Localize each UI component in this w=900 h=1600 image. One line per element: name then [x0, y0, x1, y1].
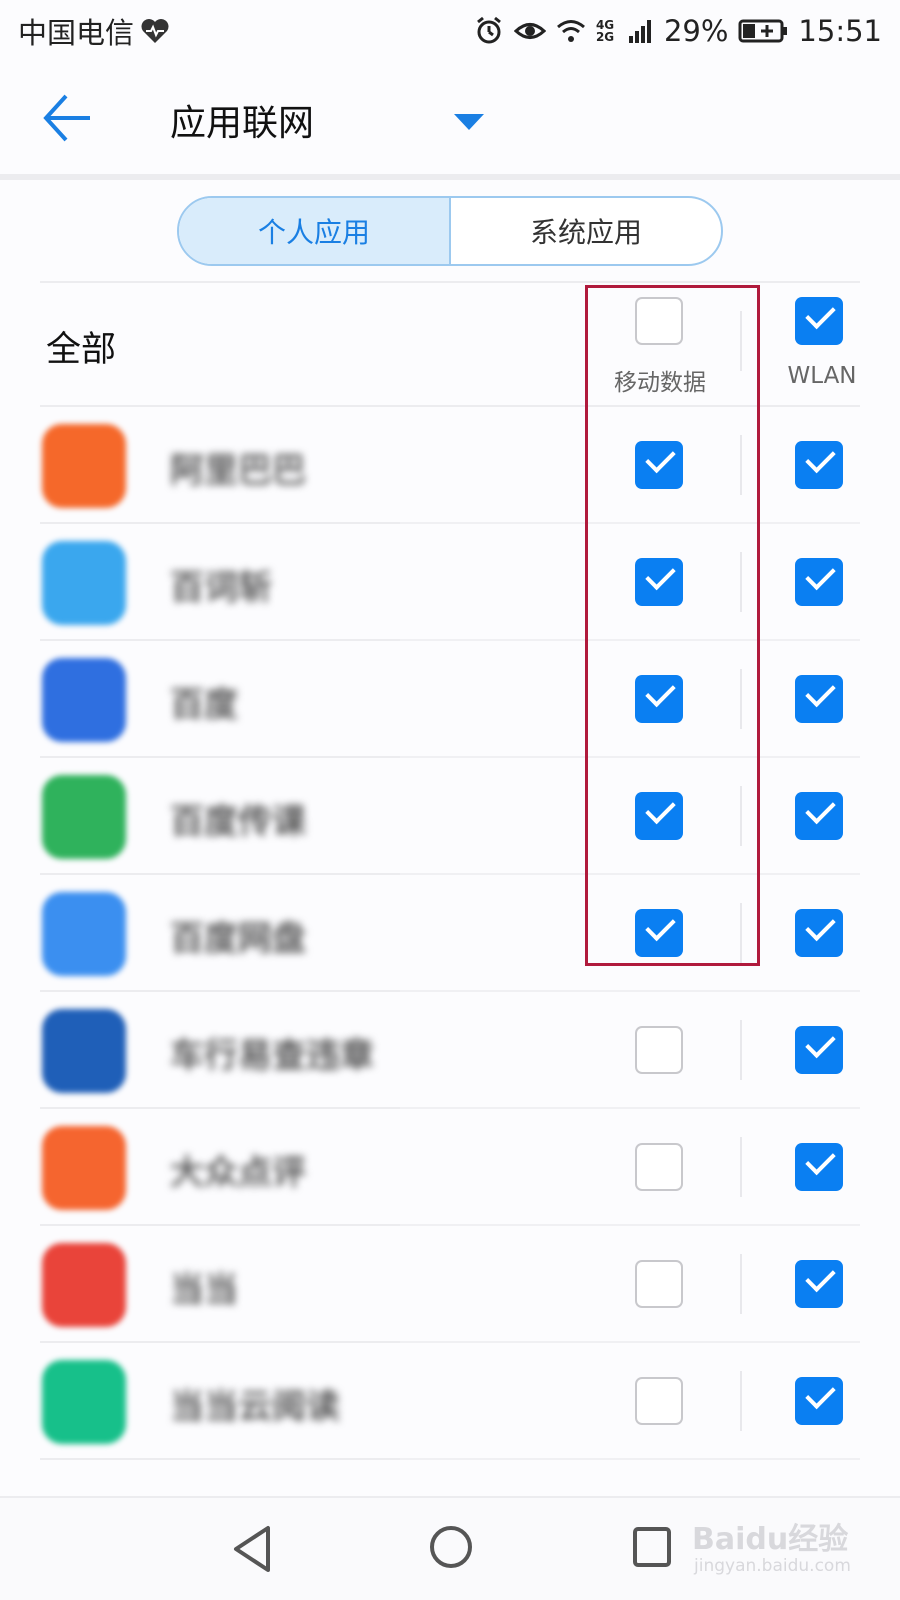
- battery-charging-icon: [738, 19, 788, 43]
- all-apps-row: 全部 移动数据 WLAN: [0, 283, 900, 407]
- wlan-checkbox[interactable]: [795, 1026, 843, 1074]
- back-arrow-icon[interactable]: [40, 90, 96, 146]
- dropdown-triangle-icon[interactable]: [452, 110, 486, 132]
- signal-icon: [628, 20, 651, 43]
- tab-system-apps[interactable]: 系统应用: [451, 198, 721, 264]
- list-item[interactable]: 百度: [0, 641, 900, 758]
- app-name: 当当: [170, 1270, 238, 1310]
- list-item[interactable]: 百度网盘: [0, 875, 900, 992]
- app-header: 应用联网: [0, 62, 900, 174]
- list-item[interactable]: 百词斩: [0, 524, 900, 641]
- row-divider: [400, 1458, 860, 1460]
- app-icon: [42, 424, 126, 508]
- app-icon: [42, 1243, 126, 1327]
- network-type-label: 4G 2G: [595, 18, 615, 44]
- app-type-tabs: 个人应用 系统应用: [177, 196, 723, 266]
- tab-personal-apps[interactable]: 个人应用: [179, 198, 451, 264]
- list-item[interactable]: 当当: [0, 1226, 900, 1343]
- column-divider: [740, 1254, 742, 1314]
- clock: 15:51: [798, 14, 882, 48]
- wlan-checkbox[interactable]: [795, 675, 843, 723]
- app-icon: [42, 658, 126, 742]
- mobile-data-checkbox[interactable]: [635, 1143, 683, 1191]
- wlan-checkbox[interactable]: [795, 441, 843, 489]
- app-name: 百度网盘: [170, 919, 306, 959]
- battery-percent: 29%: [663, 14, 729, 48]
- app-name: 百度: [170, 685, 238, 725]
- wlan-checkbox[interactable]: [795, 792, 843, 840]
- wlan-checkbox[interactable]: [795, 1260, 843, 1308]
- mobile-data-checkbox[interactable]: [635, 1377, 683, 1425]
- list-item[interactable]: 大众点评: [0, 1109, 900, 1226]
- column-divider: [740, 1371, 742, 1431]
- list-item[interactable]: 阿里巴巴: [0, 407, 900, 524]
- app-name: 当当云阅读: [170, 1387, 340, 1427]
- app-icon: [42, 1009, 126, 1093]
- mobile-data-checkbox[interactable]: [635, 1026, 683, 1074]
- app-icon: [42, 541, 126, 625]
- app-icon: [42, 1360, 126, 1444]
- column-divider: [740, 1137, 742, 1197]
- app-name: 百词斩: [170, 568, 272, 608]
- all-wlan-checkbox[interactable]: [795, 297, 843, 345]
- carrier-label: 中国电信: [18, 16, 135, 50]
- app-name: 车行易查违章: [170, 1036, 374, 1076]
- row-divider: [40, 1458, 400, 1460]
- nav-home-icon[interactable]: [428, 1524, 474, 1570]
- wlan-checkbox[interactable]: [795, 1143, 843, 1191]
- app-name: 大众点评: [170, 1153, 306, 1193]
- wlan-checkbox[interactable]: [795, 558, 843, 606]
- wlan-checkbox[interactable]: [795, 909, 843, 957]
- mobile-data-highlight-box: [585, 285, 760, 966]
- eye-comfort-icon: [513, 23, 546, 39]
- app-icon: [42, 1126, 126, 1210]
- nav-recent-apps-icon[interactable]: [632, 1526, 672, 1568]
- baidu-jingyan-watermark: Baidu经验 jingyan.baidu.com: [692, 1500, 892, 1590]
- app-icon: [42, 775, 126, 859]
- list-item[interactable]: 百度传课: [0, 758, 900, 875]
- wlan-checkbox[interactable]: [795, 1377, 843, 1425]
- alarm-icon: [477, 16, 501, 44]
- app-icon: [42, 892, 126, 976]
- list-item[interactable]: 车行易查违章: [0, 992, 900, 1109]
- watermark-main: Baidu经验: [692, 1522, 849, 1557]
- app-name: 阿里巴巴: [170, 451, 306, 491]
- column-divider: [740, 1020, 742, 1080]
- nav-back-icon[interactable]: [230, 1524, 274, 1574]
- page-title: 应用联网: [170, 103, 315, 144]
- wifi-icon: [556, 20, 585, 42]
- wlan-column-label: WLAN: [787, 363, 857, 389]
- header-divider: [0, 174, 900, 180]
- status-bar: 中国电信 4G 2G 29% 15:51: [0, 0, 900, 62]
- all-label: 全部: [46, 330, 117, 370]
- list-item[interactable]: 当当云阅读: [0, 1343, 900, 1460]
- mobile-data-checkbox[interactable]: [635, 1260, 683, 1308]
- app-name: 百度传课: [170, 802, 306, 842]
- watermark-sub: jingyan.baidu.com: [694, 1556, 851, 1576]
- health-heart-icon: [141, 19, 169, 43]
